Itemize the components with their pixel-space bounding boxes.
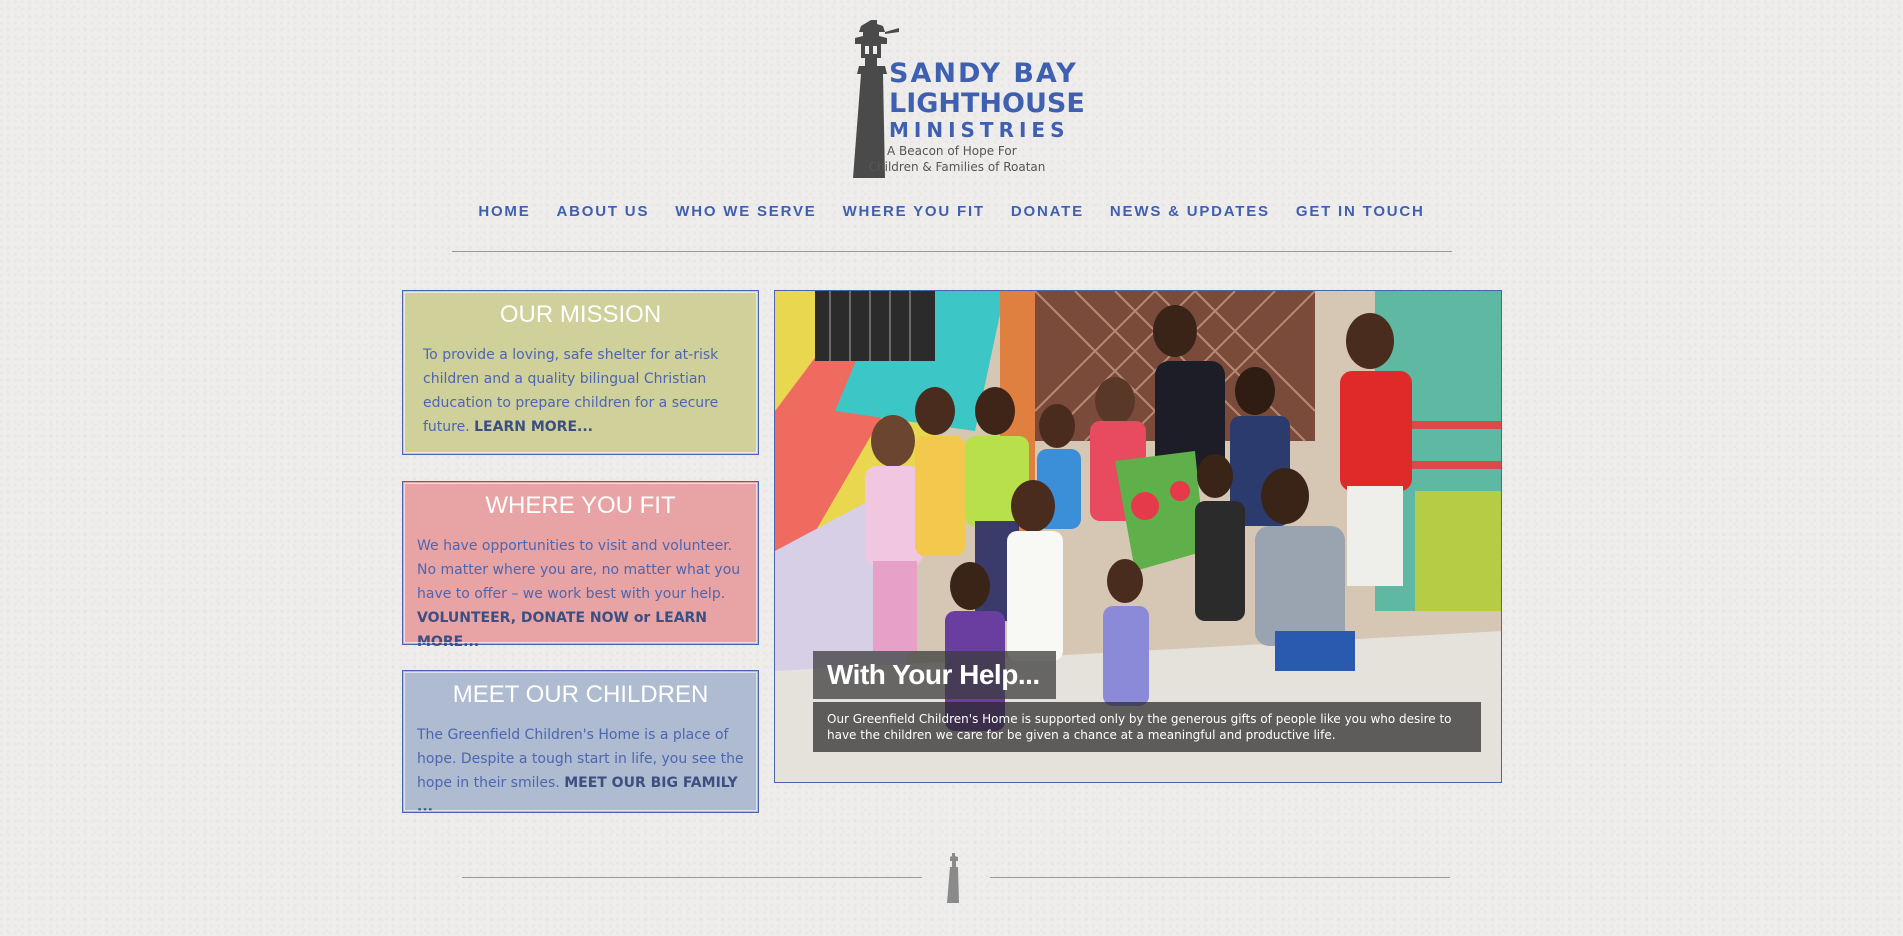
logo-line-3: MINISTRIES [889, 118, 1070, 142]
hero-slider[interactable]: With Your Help... Our Greenfield Childre… [774, 290, 1502, 783]
nav-who-we-serve[interactable]: WHO WE SERVE [675, 203, 816, 220]
footer-divider-right [990, 877, 1450, 878]
mission-text: To provide a loving, safe shelter for at… [423, 347, 719, 435]
logo-line-2: LIGHTHOUSE [889, 88, 1085, 119]
nav-home[interactable]: HOME [478, 203, 530, 220]
nav-divider [452, 251, 1452, 252]
nav-news-updates[interactable]: NEWS & UPDATES [1110, 203, 1270, 220]
nav-get-in-touch[interactable]: GET IN TOUCH [1296, 203, 1425, 220]
slider-caption-title: With Your Help... [813, 651, 1056, 699]
meet-children-title: MEET OUR CHILDREN [452, 681, 709, 708]
logo-tagline-1: A Beacon of Hope For [887, 144, 1017, 158]
main-nav: HOME ABOUT US WHO WE SERVE WHERE YOU FIT… [0, 203, 1903, 220]
meet-children-text: The Greenfield Children's Home is a plac… [417, 727, 744, 815]
lighthouse-icon [947, 853, 959, 903]
where-you-fit-text: We have opportunities to visit and volun… [417, 538, 741, 650]
logo-line-1: SANDY BAY [889, 58, 1078, 89]
logo-tagline-2: Children & Families of Roatan [868, 160, 1046, 174]
meet-children-card: MEET OUR CHILDREN The Greenfield Childre… [402, 670, 759, 815]
footer-divider-left [462, 877, 922, 878]
where-you-fit-title: WHERE YOU FIT [485, 492, 676, 519]
mission-title: OUR MISSION [499, 301, 662, 328]
volunteer-donate-link[interactable]: VOLUNTEER, DONATE NOW or LEARN MORE... [417, 610, 707, 650]
site-logo[interactable]: SANDY BAY LIGHTHOUSE MINISTRIES A Beacon… [851, 18, 1085, 178]
mission-learn-more-link[interactable]: LEARN MORE... [474, 419, 593, 435]
where-you-fit-card: WHERE YOU FIT We have opportunities to v… [402, 481, 759, 650]
slider-caption-text: Our Greenfield Children's Home is suppor… [813, 702, 1481, 752]
nav-about-us[interactable]: ABOUT US [557, 203, 650, 220]
nav-donate[interactable]: DONATE [1011, 203, 1084, 220]
mission-card: OUR MISSION To provide a loving, safe sh… [402, 290, 759, 455]
nav-where-you-fit[interactable]: WHERE YOU FIT [843, 203, 985, 220]
